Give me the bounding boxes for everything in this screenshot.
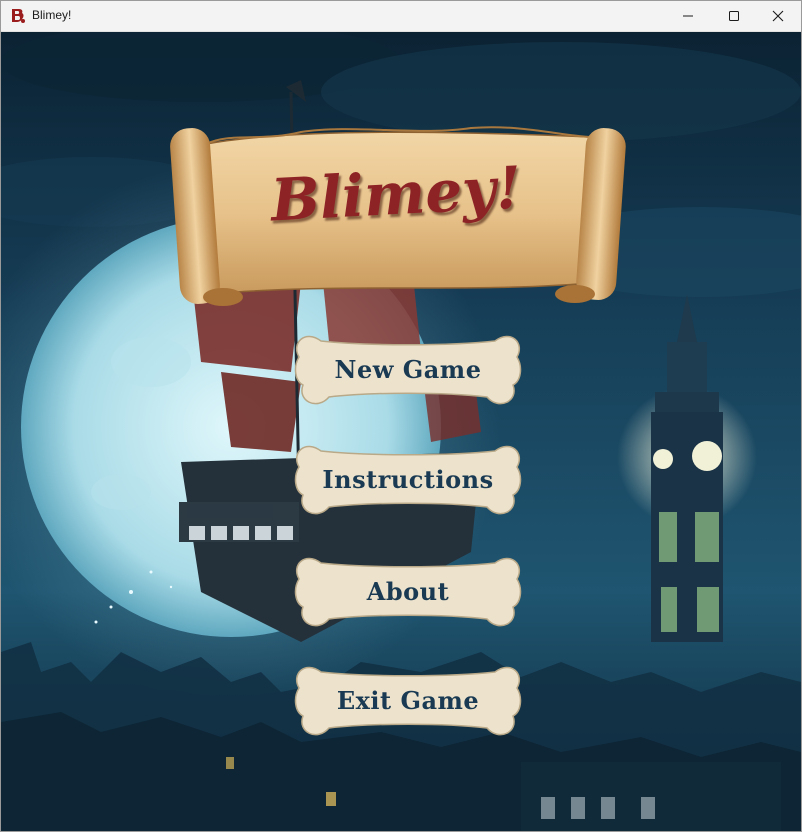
- title-bar: Blimey!: [1, 1, 801, 32]
- maximize-icon: [729, 11, 739, 21]
- close-button[interactable]: [755, 1, 801, 31]
- new-game-button[interactable]: New Game: [291, 329, 525, 409]
- about-label: About: [366, 576, 450, 606]
- minimize-icon: [683, 15, 693, 17]
- minimize-button[interactable]: [665, 1, 711, 31]
- exit-game-label: Exit Game: [336, 685, 480, 715]
- main-menu-scene: Blimey! New Game Instructions About Exit: [1, 32, 801, 831]
- window-title: Blimey!: [32, 8, 72, 22]
- about-button[interactable]: About: [291, 551, 525, 631]
- maximize-button[interactable]: [711, 1, 757, 31]
- close-icon: [772, 10, 784, 22]
- instructions-label: Instructions: [322, 464, 494, 494]
- exit-game-button[interactable]: Exit Game: [291, 660, 525, 740]
- new-game-label: New Game: [334, 354, 482, 384]
- game-window: Blimey! Blimey! New Game Instructions Ab…: [0, 0, 802, 832]
- app-icon: [12, 9, 25, 23]
- instructions-button[interactable]: Instructions: [291, 439, 525, 519]
